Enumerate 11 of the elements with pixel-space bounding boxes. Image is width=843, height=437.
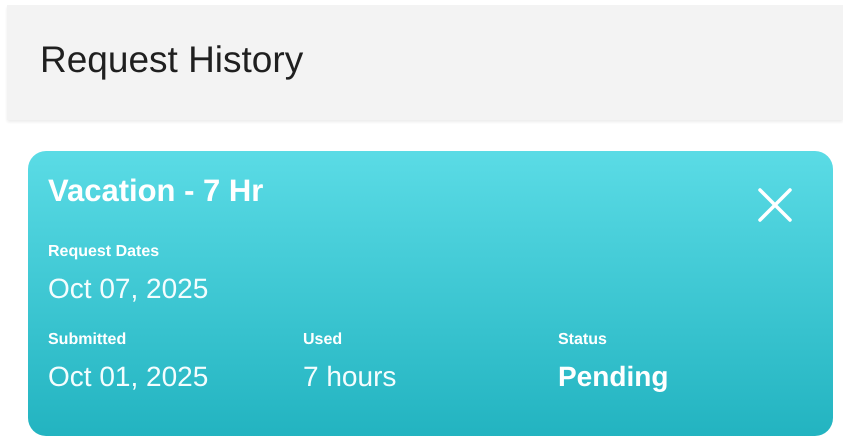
- close-icon[interactable]: [757, 187, 793, 223]
- page-title: Request History: [40, 38, 304, 80]
- status-value: Pending: [558, 361, 670, 393]
- field-value: Oct 07, 2025: [48, 273, 210, 305]
- field-value: Oct 01, 2025: [48, 361, 210, 393]
- field-label: Submitted: [48, 331, 128, 349]
- field-label: Used: [303, 331, 344, 349]
- request-title: Vacation - 7 Hr: [48, 173, 264, 209]
- field-value: 7 hours: [303, 361, 398, 393]
- field-label: Request Dates: [48, 243, 160, 261]
- field-label: Status: [558, 331, 608, 349]
